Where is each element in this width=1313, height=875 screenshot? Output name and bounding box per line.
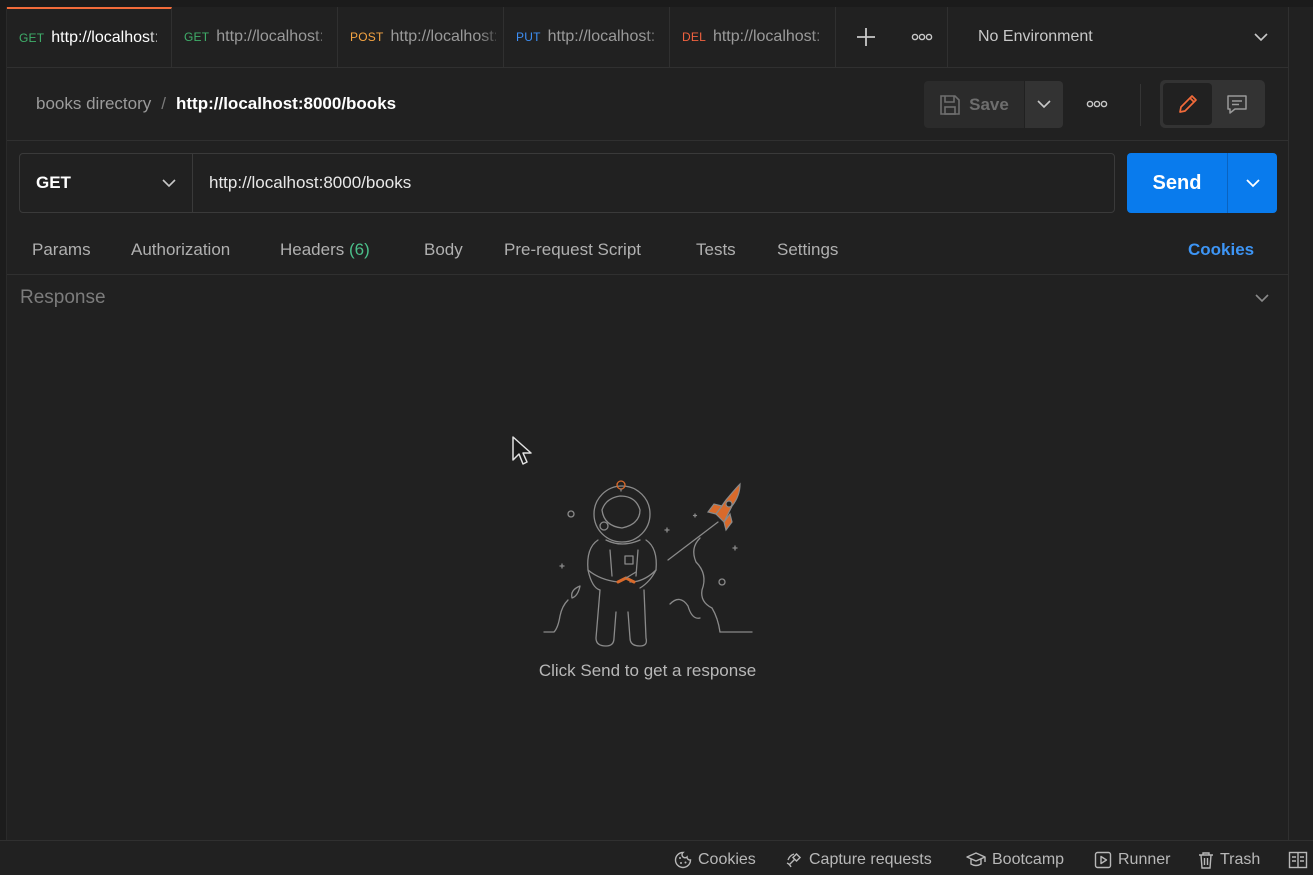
breadcrumb-collection[interactable]: books directory — [36, 94, 151, 114]
headers-count-badge: (6) — [349, 240, 370, 259]
breadcrumb: books directory / http://localhost:8000/… — [36, 94, 396, 114]
statusbar-capture-requests[interactable]: Capture requests — [785, 851, 932, 869]
header-divider — [1140, 84, 1141, 126]
chevron-down-icon — [1245, 178, 1260, 187]
status-bar: Cookies Capture requests Bootcamp Runner — [0, 840, 1313, 875]
request-tab-3[interactable]: PUT http://localhost:8000/books/1 — [504, 7, 670, 67]
window-top-edge — [0, 0, 1313, 7]
tab-headers-label: Headers — [280, 240, 345, 259]
tab-url: http://localhost:8000/books/1 — [712, 28, 819, 45]
save-icon — [940, 94, 960, 115]
left-sidebar-edge — [0, 7, 7, 840]
tab-url: http://localhost:8000/books/1 — [216, 28, 322, 45]
statusbar-cookies[interactable]: Cookies — [674, 851, 756, 869]
tab-fade — [645, 7, 669, 67]
tab-tests[interactable]: Tests — [696, 240, 736, 260]
tab-fade — [313, 7, 337, 67]
chevron-down-icon — [1254, 32, 1268, 41]
two-pane-layout-icon — [1288, 851, 1308, 869]
mouse-cursor-icon — [512, 436, 532, 473]
tab-fade — [479, 7, 503, 67]
astronaut-rocket-illustration — [543, 480, 753, 647]
request-tab-0[interactable]: GET http://localhost:8000/books — [7, 7, 172, 67]
tab-headers[interactable]: Headers (6) — [280, 240, 370, 260]
environment-selector[interactable]: No Environment — [948, 7, 1288, 67]
tab-url: http://localhost:8000/books/1 — [547, 28, 654, 45]
satellite-icon — [786, 852, 802, 868]
tab-fade — [811, 7, 835, 67]
statusbar-runner[interactable]: Runner — [1094, 851, 1170, 869]
save-options-button[interactable] — [1025, 81, 1063, 128]
environment-label: No Environment — [978, 28, 1093, 45]
request-config-tabs: Params Authorization Headers (6) Body Pr… — [7, 226, 1288, 275]
statusbar-bootcamp[interactable]: Bootcamp — [966, 851, 1064, 869]
request-url-bar: GET http://localhost:8000/books — [19, 153, 1115, 213]
save-label: Save — [969, 94, 1009, 114]
trash-icon — [1199, 852, 1213, 869]
edit-mode-button[interactable] — [1163, 83, 1212, 125]
request-tab-4[interactable]: DEL http://localhost:8000/books/1 — [670, 7, 836, 67]
statusbar-cookies-label: Cookies — [698, 851, 756, 868]
url-input[interactable]: http://localhost:8000/books — [193, 154, 1114, 212]
view-mode-toggle — [1160, 80, 1265, 128]
tab-url: http://localhost:8000/books — [51, 29, 157, 46]
save-button[interactable]: Save — [924, 81, 1024, 128]
request-tab-1[interactable]: GET http://localhost:8000/books/1 — [172, 7, 338, 67]
app-window: GET http://localhost:8000/books GET http… — [0, 0, 1313, 875]
tab-body[interactable]: Body — [424, 240, 463, 260]
tab-method: PUT — [516, 30, 541, 44]
response-title: Response — [20, 287, 106, 308]
breadcrumb-request-name[interactable]: http://localhost:8000/books — [176, 94, 396, 114]
graduation-cap-icon — [966, 852, 986, 867]
statusbar-bootcamp-label: Bootcamp — [992, 851, 1065, 868]
request-options-button[interactable] — [1079, 92, 1115, 116]
play-box-icon — [1094, 851, 1112, 869]
response-collapse-button[interactable] — [1255, 290, 1269, 308]
statusbar-layout-toggle[interactable] — [1288, 851, 1308, 869]
tab-method: GET — [19, 31, 45, 45]
save-group: Save — [924, 81, 1063, 128]
right-sidebar-edge — [1288, 7, 1313, 840]
tab-fade — [147, 9, 171, 67]
response-empty-message: Click Send to get a response — [538, 661, 757, 680]
chevron-down-icon — [1037, 100, 1051, 109]
method-select[interactable]: GET — [20, 154, 193, 212]
statusbar-runner-label: Runner — [1118, 851, 1171, 868]
tab-authorization[interactable]: Authorization — [131, 240, 230, 260]
request-tab-bar: GET http://localhost:8000/books GET http… — [7, 7, 1288, 68]
chevron-down-icon — [162, 178, 176, 187]
tab-options-button[interactable] — [896, 7, 948, 67]
cookie-icon — [674, 851, 692, 869]
send-button[interactable]: Send — [1127, 153, 1228, 213]
tab-method: DEL — [682, 30, 706, 44]
statusbar-trash-label: Trash — [1220, 851, 1261, 868]
breadcrumb-separator: / — [161, 94, 167, 113]
statusbar-trash[interactable]: Trash — [1198, 851, 1260, 869]
new-tab-button[interactable] — [836, 7, 896, 67]
tab-method: GET — [184, 30, 210, 44]
statusbar-capture-label: Capture requests — [809, 851, 932, 868]
comments-mode-button[interactable] — [1212, 83, 1261, 125]
request-tab-2[interactable]: POST http://localhost:8000/books — [338, 7, 504, 67]
send-group: Send — [1127, 153, 1277, 213]
comment-icon — [1226, 95, 1247, 114]
tab-prerequest-script[interactable]: Pre-request Script — [504, 240, 641, 260]
send-options-button[interactable] — [1228, 153, 1277, 213]
plus-icon — [857, 28, 875, 46]
pencil-icon — [1178, 95, 1197, 113]
more-horizontal-icon — [1086, 100, 1108, 108]
cookies-link[interactable]: Cookies — [1188, 240, 1254, 260]
method-select-value: GET — [36, 173, 71, 192]
tab-params[interactable]: Params — [32, 240, 91, 260]
chevron-down-icon — [1255, 294, 1269, 303]
tab-method: POST — [350, 30, 384, 44]
more-horizontal-icon — [911, 33, 932, 41]
request-header: books directory / http://localhost:8000/… — [7, 68, 1288, 141]
tab-settings[interactable]: Settings — [777, 240, 838, 260]
